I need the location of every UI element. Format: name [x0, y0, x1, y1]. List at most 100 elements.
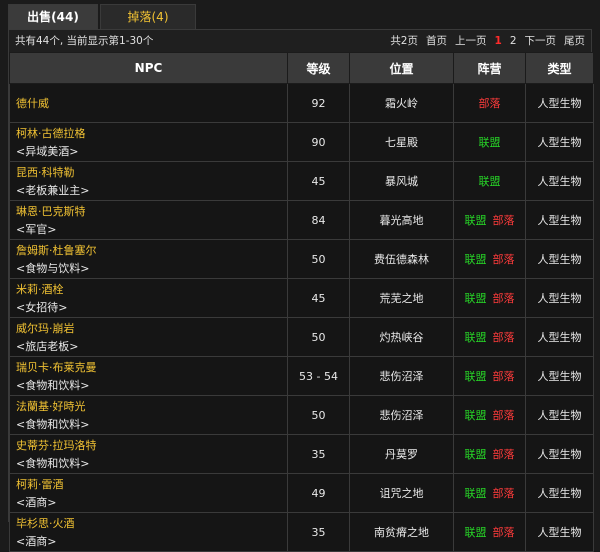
npc-location-link[interactable]: 丹莫罗 [349, 434, 454, 474]
npc-title: <酒商> [16, 496, 57, 509]
npc-level: 50 [287, 395, 350, 435]
npc-table: NPC 等级 位置 阵营 类型 德什威92霜火岭部落部落人型生物柯林·古德拉格<… [9, 52, 594, 552]
npc-faction: 联盟 部落联盟部落 [453, 317, 526, 357]
faction-horde: 部落 [478, 97, 501, 110]
npc-level: 45 [287, 278, 350, 318]
npc-type: 人型生物 [525, 317, 594, 357]
faction-horde: 部落 [492, 370, 515, 383]
col-level[interactable]: 等级 [287, 52, 350, 84]
npc-name-link[interactable]: 瑞贝卡·布莱克曼 [16, 359, 286, 375]
npc-faction: 联盟 部落联盟部落 [453, 200, 526, 240]
faction-alliance: 联盟 [478, 136, 501, 149]
faction-horde: 部落 [492, 331, 515, 344]
table-row: 法蘭基·好時光 <食物和饮料> 50悲伤沼泽联盟 部落联盟部落人型生物 [9, 395, 594, 435]
faction-horde: 部落 [492, 253, 515, 266]
tab-sell[interactable]: 出售(44) [8, 4, 98, 29]
faction-alliance: 联盟 [464, 487, 487, 500]
table-body: 德什威92霜火岭部落部落人型生物柯林·古德拉格<异域美酒>90七星殿联盟联盟人型… [9, 83, 594, 552]
table-header: NPC 等级 位置 阵营 类型 [9, 52, 594, 84]
npc-name-link[interactable]: 柯林·古德拉格 [16, 125, 286, 141]
npc-name-link[interactable]: 法蘭基·好時光 [16, 398, 286, 414]
npc-title: <女招待> [16, 301, 68, 314]
npc-title: <食物与饮料> [16, 262, 90, 275]
npc-level: 35 [287, 434, 350, 474]
npc-name-link[interactable]: 威尔玛·崩岩 [16, 320, 286, 336]
page-2-link[interactable]: 2 [510, 30, 517, 52]
npc-title: <食物和饮料> [16, 457, 90, 470]
result-count: 共有44个, 当前显示第1-30个 [15, 35, 154, 47]
npc-title: <异域美酒> [16, 145, 79, 158]
npc-location-link[interactable]: 荒芜之地 [349, 278, 454, 318]
col-type[interactable]: 类型 [525, 52, 594, 84]
npc-location-link[interactable]: 费伍德森林 [349, 239, 454, 279]
prev-page-link[interactable]: 上一页 [455, 30, 487, 52]
npc-type: 人型生物 [525, 395, 594, 435]
tab-bar: 出售(44) 掉落(4) [8, 4, 196, 29]
faction-alliance: 联盟 [464, 331, 487, 344]
page-total: 共2页 [390, 35, 418, 47]
col-npc[interactable]: NPC [9, 52, 288, 84]
faction-horde: 部落 [492, 448, 515, 461]
faction-alliance: 联盟 [464, 448, 487, 461]
table-row: 柯林·古德拉格 <异域美酒> 90七星殿联盟联盟人型生物 [9, 122, 594, 162]
npc-location-link[interactable]: 悲伤沼泽 [349, 395, 454, 435]
col-faction[interactable]: 阵营 [453, 52, 526, 84]
npc-name-link[interactable]: 德什威 [16, 95, 286, 111]
first-page-link[interactable]: 首页 [426, 30, 447, 52]
tab-drop[interactable]: 掉落(4) [100, 4, 196, 29]
npc-name-link[interactable]: 詹姆斯·杜鲁塞尔 [16, 242, 286, 258]
npc-cell: 柯莉·雷酒 <酒商> [9, 473, 288, 513]
npc-type: 人型生物 [525, 434, 594, 474]
npc-level: 53 - 54 [287, 356, 350, 396]
npc-type: 人型生物 [525, 161, 594, 201]
npc-title: <酒商> [16, 535, 57, 548]
npc-type: 人型生物 [525, 356, 594, 396]
npc-faction: 联盟联盟 [453, 161, 526, 201]
npc-type: 人型生物 [525, 278, 594, 318]
npc-cell: 琳恩·巴克斯特 <军官> [9, 200, 288, 240]
npc-location-link[interactable]: 暴风城 [349, 161, 454, 201]
table-row: 瑞贝卡·布莱克曼 <食物和饮料> 53 - 54悲伤沼泽联盟 部落联盟部落人型生物 [9, 356, 594, 396]
npc-name-link[interactable]: 米莉·酒栓 [16, 281, 286, 297]
npc-title: <食物和饮料> [16, 418, 90, 431]
npc-level: 35 [287, 512, 350, 552]
info-bar: 共有44个, 当前显示第1-30个 共2页 首页 上一页 1 2 下一页 尾页 [9, 30, 591, 52]
npc-location-link[interactable]: 南贫瘠之地 [349, 512, 454, 552]
npc-cell: 瑞贝卡·布莱克曼 <食物和饮料> [9, 356, 288, 396]
table-row: 米莉·酒栓 <女招待> 45荒芜之地联盟 部落联盟部落人型生物 [9, 278, 594, 318]
npc-faction: 联盟 部落联盟部落 [453, 278, 526, 318]
npc-faction: 联盟 部落联盟部落 [453, 239, 526, 279]
sell-panel: 共有44个, 当前显示第1-30个 共2页 首页 上一页 1 2 下一页 尾页 … [8, 29, 594, 552]
npc-location-link[interactable]: 霜火岭 [349, 83, 454, 123]
faction-alliance: 联盟 [464, 214, 487, 227]
faction-horde: 部落 [492, 292, 515, 305]
next-page-link[interactable]: 下一页 [525, 30, 557, 52]
npc-location-link[interactable]: 七星殿 [349, 122, 454, 162]
npc-location-link[interactable]: 灼热峡谷 [349, 317, 454, 357]
npc-cell: 德什威 [9, 83, 288, 123]
npc-name-link[interactable]: 柯莉·雷酒 [16, 476, 286, 492]
faction-alliance: 联盟 [464, 253, 487, 266]
npc-type: 人型生物 [525, 200, 594, 240]
npc-name-link[interactable]: 毕杉思·火酒 [16, 515, 286, 531]
npc-location-link[interactable]: 暮光高地 [349, 200, 454, 240]
faction-horde: 部落 [492, 409, 515, 422]
npc-cell: 法蘭基·好時光 <食物和饮料> [9, 395, 288, 435]
npc-cell: 昆西·科特勒 <老板兼业主> [9, 161, 288, 201]
npc-type: 人型生物 [525, 239, 594, 279]
pagination: 共2页 首页 上一页 1 2 下一页 尾页 [390, 30, 585, 52]
npc-location-link[interactable]: 悲伤沼泽 [349, 356, 454, 396]
npc-name-link[interactable]: 琳恩·巴克斯特 [16, 203, 286, 219]
npc-level: 84 [287, 200, 350, 240]
col-location[interactable]: 位置 [349, 52, 454, 84]
faction-alliance: 联盟 [464, 526, 487, 539]
npc-location-link[interactable]: 诅咒之地 [349, 473, 454, 513]
last-page-link[interactable]: 尾页 [564, 30, 585, 52]
table-row: 毕杉思·火酒 <酒商> 35南贫瘠之地联盟 部落联盟部落人型生物 [9, 512, 594, 552]
npc-faction: 部落部落 [453, 83, 526, 123]
faction-horde: 部落 [492, 487, 515, 500]
npc-cell: 詹姆斯·杜鲁塞尔 <食物与饮料> [9, 239, 288, 279]
table-row: 昆西·科特勒 <老板兼业主> 45暴风城联盟联盟人型生物 [9, 161, 594, 201]
npc-name-link[interactable]: 昆西·科特勒 [16, 164, 286, 180]
npc-name-link[interactable]: 史蒂芬·拉玛洛特 [16, 437, 286, 453]
